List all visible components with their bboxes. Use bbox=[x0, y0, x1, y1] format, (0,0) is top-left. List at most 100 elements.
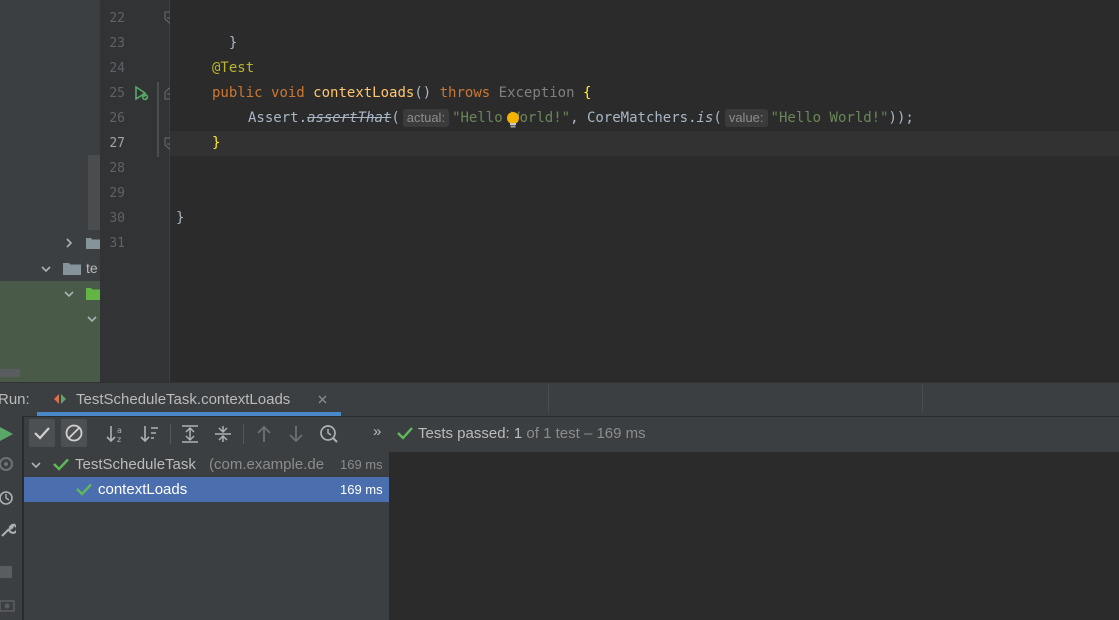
toolbar-separator bbox=[170, 424, 171, 444]
rerun-failed-icon[interactable] bbox=[0, 456, 16, 472]
toggle-auto-test-icon[interactable] bbox=[0, 489, 16, 507]
closing-brace: } bbox=[228, 35, 238, 51]
code-line-25: public void contextLoads() throws Except… bbox=[212, 81, 591, 106]
method-close-brace: } bbox=[212, 135, 221, 151]
chevron-right-icon[interactable] bbox=[64, 238, 74, 248]
folder-icon bbox=[86, 238, 100, 249]
class-close-brace: } bbox=[176, 210, 185, 226]
camera-icon[interactable] bbox=[0, 598, 16, 612]
is-method: is bbox=[696, 110, 714, 126]
code-line-27: } bbox=[212, 131, 220, 156]
chevron-down-icon[interactable] bbox=[41, 264, 51, 274]
tree-row-test[interactable]: contextLoads 169 ms bbox=[24, 477, 389, 502]
tree-row-suite[interactable]: TestScheduleTask (com.example.de 169 ms bbox=[24, 452, 389, 477]
console-output[interactable] bbox=[390, 452, 1119, 620]
rerun-icon[interactable] bbox=[0, 426, 14, 442]
project-tree-row-collapsed[interactable] bbox=[0, 230, 100, 255]
expand-all-icon[interactable] bbox=[180, 424, 200, 444]
chevron-down-icon[interactable] bbox=[31, 460, 41, 470]
suite-duration: 169 ms bbox=[340, 457, 383, 472]
svg-text:a: a bbox=[117, 426, 122, 435]
toolbar-separator bbox=[243, 424, 244, 444]
run-tab[interactable]: TestScheduleTask.contextLoads bbox=[37, 383, 341, 416]
sort-by-duration-icon[interactable] bbox=[140, 424, 160, 444]
project-tree-row-package[interactable] bbox=[0, 306, 100, 331]
line-number-current: 27 bbox=[109, 136, 125, 151]
code-line-26: Assert.assertThat ( actual: "Hello World!",… bbox=[248, 106, 914, 131]
assert-that-method: assertThat bbox=[307, 110, 392, 126]
test-duration: 169 ms bbox=[340, 482, 383, 497]
close-icon[interactable] bbox=[318, 395, 327, 404]
project-tree-hscrollbar[interactable] bbox=[0, 369, 20, 377]
line-number: 31 bbox=[109, 236, 125, 251]
chevron-down-icon[interactable] bbox=[87, 314, 97, 324]
assert-class: Assert. bbox=[248, 110, 308, 126]
clipped-code-fragment bbox=[430, 0, 456, 2]
method-open-brace: { bbox=[582, 85, 592, 101]
run-label: Run: bbox=[0, 391, 30, 408]
code-line-30: } bbox=[176, 206, 184, 231]
ignored-icon bbox=[65, 424, 83, 442]
folder-icon bbox=[63, 263, 81, 275]
project-tree-scrollbar[interactable] bbox=[88, 155, 100, 230]
project-tree-row-java[interactable] bbox=[0, 281, 100, 306]
param-hint-value: value: bbox=[724, 109, 768, 127]
vcs-change-marker[interactable] bbox=[157, 82, 159, 157]
project-tree-row-test[interactable]: te bbox=[0, 256, 100, 281]
test-name: contextLoads bbox=[98, 481, 188, 498]
keyword-void: void bbox=[271, 85, 305, 101]
more-actions-chevron[interactable]: » bbox=[373, 423, 381, 440]
closing-parens: )); bbox=[888, 110, 914, 126]
keyword-public: public bbox=[212, 85, 263, 101]
previous-failed-icon[interactable] bbox=[255, 424, 273, 444]
passed-check-icon bbox=[53, 458, 69, 471]
suite-package: (com.example.de bbox=[209, 456, 325, 473]
show-ignored-toggle[interactable] bbox=[61, 419, 87, 447]
next-failed-icon[interactable] bbox=[287, 424, 305, 444]
chevron-down-icon[interactable] bbox=[64, 289, 74, 299]
test-annotation: @Test bbox=[212, 60, 255, 76]
wrench-icon[interactable] bbox=[0, 522, 16, 538]
run-tab-title: TestScheduleTask.contextLoads bbox=[76, 391, 291, 408]
test-folder-icon bbox=[86, 288, 100, 300]
show-passed-toggle[interactable] bbox=[29, 419, 55, 447]
intention-bulb-icon[interactable] bbox=[506, 111, 520, 129]
line-number: 28 bbox=[109, 161, 125, 176]
sort-alphabetically-icon[interactable]: a z bbox=[106, 424, 126, 444]
keyword-throws: throws bbox=[439, 85, 491, 101]
check-icon bbox=[34, 427, 50, 440]
open-paren: ( bbox=[713, 110, 722, 126]
code-line-22: } bbox=[212, 6, 237, 56]
project-tree-panel: te bbox=[0, 0, 100, 382]
param-hint-actual: actual: bbox=[402, 109, 450, 127]
test-results-tree: TestScheduleTask (com.example.de 169 ms … bbox=[24, 452, 390, 620]
header-divider bbox=[548, 385, 549, 413]
run-left-action-strip bbox=[0, 416, 23, 620]
junit-run-icon bbox=[54, 394, 66, 404]
status-prefix: Tests passed: bbox=[418, 425, 510, 442]
line-number: 22 bbox=[109, 11, 125, 26]
run-test-gutter-icon[interactable] bbox=[133, 85, 149, 101]
status-suffix: of 1 test – 169 ms bbox=[526, 425, 646, 442]
collapse-all-icon[interactable] bbox=[213, 424, 233, 444]
line-number: 26 bbox=[109, 111, 125, 126]
comma: , bbox=[570, 110, 579, 126]
line-number: 24 bbox=[109, 61, 125, 76]
exception-type: Exception bbox=[498, 85, 575, 101]
svg-text:z: z bbox=[117, 435, 121, 444]
header-divider bbox=[922, 385, 923, 413]
test-history-icon[interactable] bbox=[319, 424, 339, 444]
string-literal-value: "Hello World!" bbox=[770, 110, 889, 126]
method-name: contextLoads bbox=[313, 85, 415, 101]
line-number: 25 bbox=[109, 86, 125, 101]
core-matchers-class: CoreMatchers. bbox=[586, 110, 697, 126]
run-tool-window-header: Run: TestScheduleTask.contextLoads bbox=[0, 382, 1119, 416]
status-count: 1 bbox=[513, 425, 523, 442]
stop-icon[interactable] bbox=[0, 566, 12, 578]
tests-passed-check-icon bbox=[397, 427, 413, 440]
code-line-24: @Test bbox=[212, 56, 254, 81]
current-line-highlight bbox=[170, 131, 1119, 156]
test-status-text: Tests passed: 1 of 1 test – 169 ms bbox=[418, 425, 646, 442]
line-number: 23 bbox=[109, 36, 125, 51]
code-editor[interactable] bbox=[170, 0, 1119, 382]
